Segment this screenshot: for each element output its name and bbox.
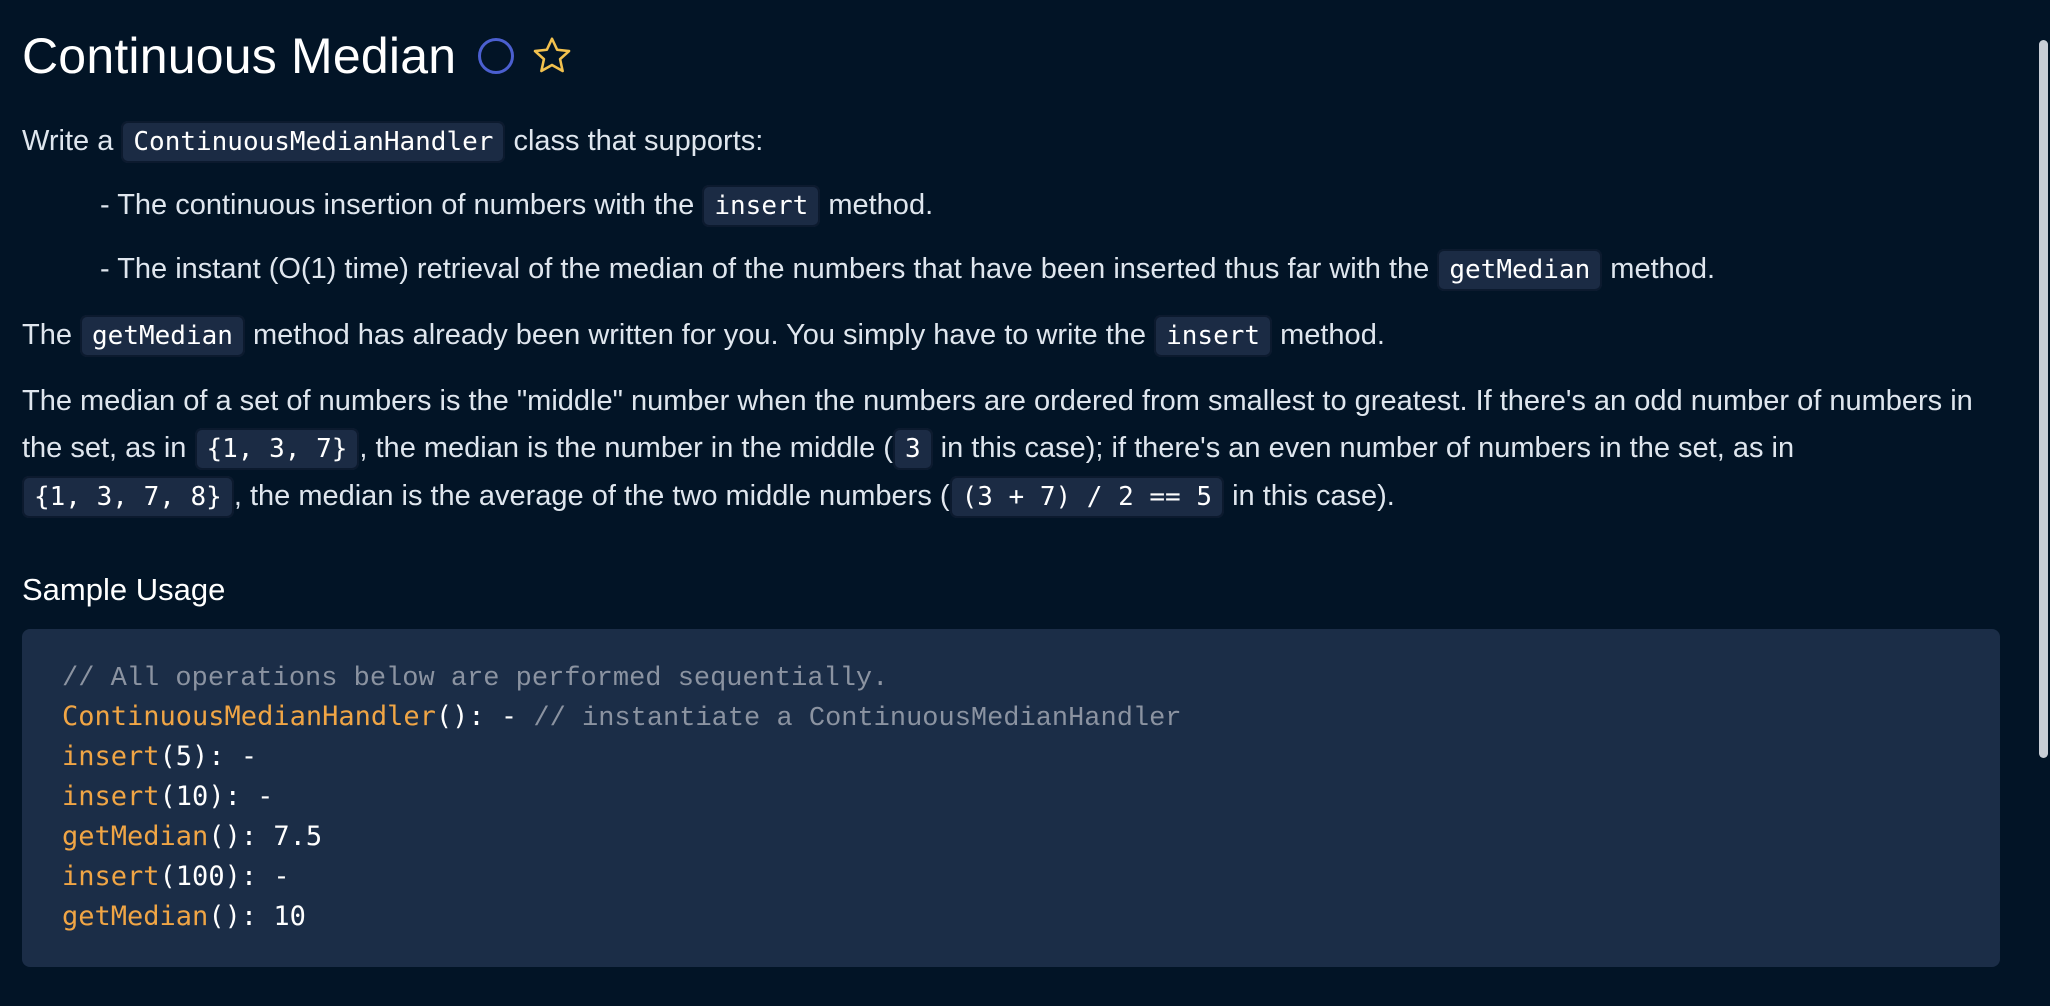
scrollbar-thumb[interactable] xyxy=(2039,40,2048,758)
inline-code-even-median: (3 + 7) / 2 == 5 xyxy=(949,476,1225,518)
median-text-2: , the median is the number in the middle… xyxy=(359,432,893,464)
bullet-text-2: method. xyxy=(820,189,934,221)
code-args: (10): - xyxy=(159,781,274,812)
code-line: insert(100): - xyxy=(62,857,2000,897)
code-line: getMedian(): 7.5 xyxy=(62,817,2000,857)
star-icon[interactable] xyxy=(530,34,574,78)
code-function: insert xyxy=(62,781,160,812)
inline-code-getmedian-2: getMedian xyxy=(80,315,245,357)
code-line: // All operations below are performed se… xyxy=(62,657,2000,697)
code-args: (): - xyxy=(435,701,534,732)
description-note: The getMedian method has already been wr… xyxy=(22,312,2002,360)
code-line: insert(10): - xyxy=(62,777,2000,817)
intro-text-2: class that supports: xyxy=(505,125,764,157)
code-line: insert(5): - xyxy=(62,737,2000,777)
description-median: The median of a set of numbers is the "m… xyxy=(22,378,2002,521)
code-function: ContinuousMedianHandler xyxy=(62,701,436,732)
intro-text-1: Write a xyxy=(22,125,122,157)
code-args: (100): - xyxy=(159,861,290,892)
circle-icon[interactable] xyxy=(478,38,515,74)
median-text-3: in this case); if there's an even number… xyxy=(932,432,1795,464)
inline-code-even-set: {1, 3, 7, 8} xyxy=(22,476,234,518)
inline-code-insert-2: insert xyxy=(1154,315,1273,357)
code-line: getMedian(): 10 xyxy=(62,897,2000,937)
note-text-2: method has already been written for you.… xyxy=(244,319,1155,351)
bullet-text-3: - The instant (O(1) time) retrieval of t… xyxy=(100,253,1438,285)
median-text-5: in this case). xyxy=(1224,480,1395,512)
sample-usage-heading: Sample Usage xyxy=(22,572,226,607)
code-function: insert xyxy=(62,741,160,772)
bullet-text-1: - The continuous insertion of numbers wi… xyxy=(100,189,703,221)
code-args: (5): - xyxy=(159,741,258,772)
code-function: getMedian xyxy=(62,821,209,852)
code-comment: // instantiate a ContinuousMedianHandler xyxy=(533,704,1182,734)
bullet-insert: - The continuous insertion of numbers wi… xyxy=(100,182,2002,230)
note-text-3: method. xyxy=(1272,319,1385,351)
code-args: (): 10 xyxy=(208,901,306,932)
inline-code-odd-median: 3 xyxy=(892,428,933,470)
inline-code-odd-set: {1, 3, 7} xyxy=(194,428,360,470)
code-args: (): 7.5 xyxy=(208,821,323,852)
sample-code-block[interactable]: // All operations below are performed se… xyxy=(22,629,2000,967)
page-title: Continuous Median xyxy=(22,28,457,84)
note-text-1: The xyxy=(22,319,81,351)
inline-code-insert: insert xyxy=(702,185,821,227)
median-text-4: , the median is the average of the two m… xyxy=(233,480,950,512)
title-row: Continuous Median xyxy=(22,0,2002,112)
bullet-text-4: method. xyxy=(1602,253,1716,285)
code-line: ContinuousMedianHandler(): - // instanti… xyxy=(62,697,2000,737)
code-function: getMedian xyxy=(62,901,209,932)
inline-code-class: ContinuousMedianHandler xyxy=(121,121,506,163)
inline-code-getmedian: getMedian xyxy=(1437,249,1603,291)
bullet-getmedian: - The instant (O(1) time) retrieval of t… xyxy=(100,246,2002,294)
code-function: insert xyxy=(62,861,160,892)
problem-page: Continuous Median Write a ContinuousMedi… xyxy=(22,0,2002,967)
code-comment: // All operations below are performed se… xyxy=(62,664,889,694)
description-intro: Write a ContinuousMedianHandler class th… xyxy=(22,118,2002,166)
scrollbar[interactable] xyxy=(2036,0,2050,1006)
